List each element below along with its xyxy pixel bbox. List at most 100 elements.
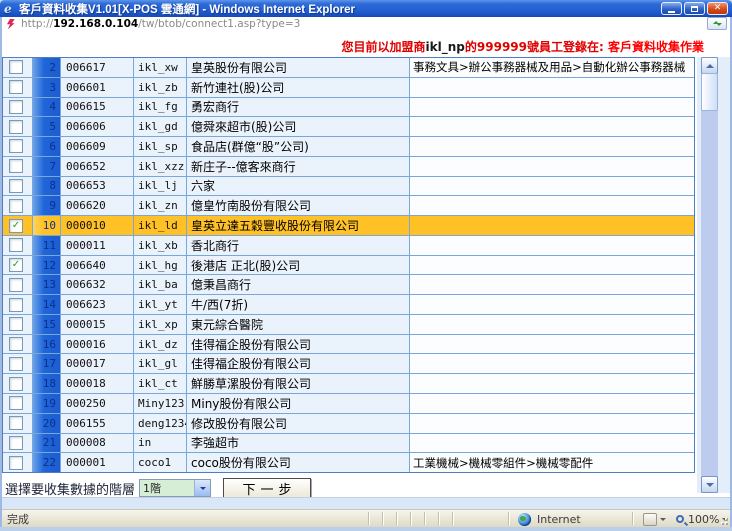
statusbar-separator xyxy=(382,512,383,525)
row-select-cell xyxy=(3,78,32,97)
next-step-button[interactable]: 下一步 xyxy=(223,478,311,498)
row-company-name: 新庄子--億客來商行 xyxy=(186,157,409,176)
row-checkbox[interactable]: ✓ xyxy=(9,219,23,233)
row-checkbox[interactable] xyxy=(9,456,23,470)
close-button[interactable]: ✕ xyxy=(707,2,728,15)
row-checkbox[interactable] xyxy=(9,396,23,410)
window-frame-left xyxy=(0,17,2,531)
row-checkbox[interactable] xyxy=(9,159,23,173)
row-checkbox[interactable] xyxy=(9,416,23,430)
row-company-name: 李強超市 xyxy=(186,434,409,453)
row-code: 006653 xyxy=(60,177,133,196)
row-category xyxy=(409,137,694,156)
row-code: 006640 xyxy=(60,256,133,275)
row-account: ikl_yt xyxy=(133,295,186,314)
table-row[interactable]: 21000008in李強超市 xyxy=(3,433,694,453)
page-status-button[interactable] xyxy=(643,510,666,528)
minimize-icon xyxy=(668,11,675,13)
row-category xyxy=(409,414,694,433)
row-select-cell xyxy=(3,275,32,294)
row-select-cell: ✓ xyxy=(3,216,32,235)
maximize-button[interactable] xyxy=(684,2,705,15)
row-select-cell xyxy=(3,137,32,156)
row-number: 19 xyxy=(32,394,60,413)
vertical-scrollbar[interactable] xyxy=(701,57,718,493)
row-number: 5 xyxy=(32,117,60,136)
row-company-name: 佳得福企股份有限公司 xyxy=(186,354,409,373)
row-code: 000015 xyxy=(60,315,133,334)
row-category xyxy=(409,354,694,373)
row-checkbox[interactable] xyxy=(9,278,23,292)
row-category xyxy=(409,98,694,117)
row-select-cell: ✓ xyxy=(3,256,32,275)
table-row[interactable]: 22000001coco1coco股份有限公司工業機械>機械零組件>機械零配件 xyxy=(3,452,694,472)
table-row[interactable]: ✓12006640ikl_hg後港店 正北(股)公司 xyxy=(3,255,694,275)
row-checkbox[interactable] xyxy=(9,238,23,252)
row-checkbox[interactable] xyxy=(9,100,23,114)
row-checkbox[interactable] xyxy=(9,80,23,94)
table-row[interactable]: 13006632ikl_ba億秉昌商行 xyxy=(3,274,694,294)
row-select-cell xyxy=(3,58,32,77)
row-checkbox[interactable] xyxy=(9,317,23,331)
row-number: 3 xyxy=(32,78,60,97)
row-account: ikl_ct xyxy=(133,374,186,393)
table-row[interactable]: 19000250Miny123Miny股份有限公司 xyxy=(3,393,694,413)
row-select-cell xyxy=(3,117,32,136)
row-account: ikl_zb xyxy=(133,78,186,97)
level-select[interactable]: 1階 xyxy=(139,479,211,497)
row-checkbox[interactable] xyxy=(9,139,23,153)
magnifier-icon xyxy=(676,515,684,523)
row-checkbox[interactable]: ✓ xyxy=(9,258,23,272)
row-select-cell xyxy=(3,335,32,354)
table-row[interactable]: 16000016ikl_dz佳得福企股份有限公司 xyxy=(3,334,694,354)
ie-logo-icon: e xyxy=(4,3,16,15)
row-checkbox[interactable] xyxy=(9,357,23,371)
row-number: 13 xyxy=(32,275,60,294)
table-row[interactable]: 14006623ikl_yt牛/西(7折) xyxy=(3,294,694,314)
scroll-down-button[interactable] xyxy=(701,476,718,493)
row-select-cell xyxy=(3,354,32,373)
row-number: 4 xyxy=(32,98,60,117)
row-checkbox[interactable] xyxy=(9,377,23,391)
table-row[interactable]: 18000018ikl_ct鮮勝草漯股份有限公司 xyxy=(3,373,694,393)
scroll-up-button[interactable] xyxy=(701,57,718,74)
row-number: 21 xyxy=(32,434,60,453)
table-row[interactable]: 17000017ikl_gl佳得福企股份有限公司 xyxy=(3,353,694,373)
row-code: 000008 xyxy=(60,434,133,453)
table-row[interactable]: 15000015ikl_xp東元綜合醫院 xyxy=(3,314,694,334)
resize-grip[interactable] xyxy=(717,514,729,526)
table-row[interactable]: 5006606ikl_gd億舜來超市(股)公司 xyxy=(3,116,694,136)
row-checkbox[interactable] xyxy=(9,179,23,193)
row-checkbox[interactable] xyxy=(9,60,23,74)
table-row[interactable]: 11000011ikl_xb香北商行 xyxy=(3,235,694,255)
statusbar-separator xyxy=(424,512,425,525)
table-row[interactable]: 20006155deng1234修改股份有限公司 xyxy=(3,413,694,433)
table-row[interactable]: ✓10000010ikl_ld皇英立達五穀豐收股份有限公司 xyxy=(3,215,694,235)
row-checkbox[interactable] xyxy=(9,436,23,450)
row-company-name: 皇英立達五穀豐收股份有限公司 xyxy=(186,216,409,235)
zoom-level: 100% xyxy=(688,513,719,526)
table-row[interactable]: 3006601ikl_zb新竹連社(股)公司 xyxy=(3,77,694,97)
internet-zone-indicator: Internet xyxy=(518,510,581,528)
table-row[interactable]: 2006617ikl_xw皇英股份有限公司事務文具>辦公事務器械及用品>自動化辦… xyxy=(3,58,694,77)
row-checkbox[interactable] xyxy=(9,120,23,134)
scrollbar-thumb[interactable] xyxy=(701,73,718,111)
table-row[interactable]: 9006620ikl_zn億皇竹南股份有限公司 xyxy=(3,195,694,215)
row-checkbox[interactable] xyxy=(9,199,23,213)
row-number: 18 xyxy=(32,374,60,393)
table-row[interactable]: 7006652ikl_xzz新庄子--億客來商行 xyxy=(3,156,694,176)
table-row[interactable]: 4006615ikl_fg勇宏商行 xyxy=(3,97,694,117)
refresh-button[interactable] xyxy=(707,17,727,30)
row-account: ikl_fg xyxy=(133,98,186,117)
row-checkbox[interactable] xyxy=(9,298,23,312)
row-number: 11 xyxy=(32,236,60,255)
row-company-name: 東元綜合醫院 xyxy=(186,315,409,334)
table-row[interactable]: 6006609ikl_sp食品店(群億“股”公司) xyxy=(3,136,694,156)
table-row[interactable]: 8006653ikl_lj六家 xyxy=(3,176,694,196)
row-number: 12 xyxy=(32,256,60,275)
row-number: 22 xyxy=(32,453,60,472)
minimize-button[interactable] xyxy=(661,2,682,15)
chevron-down-icon[interactable] xyxy=(194,480,210,496)
row-checkbox[interactable] xyxy=(9,337,23,351)
chevron-down-icon xyxy=(660,518,666,524)
